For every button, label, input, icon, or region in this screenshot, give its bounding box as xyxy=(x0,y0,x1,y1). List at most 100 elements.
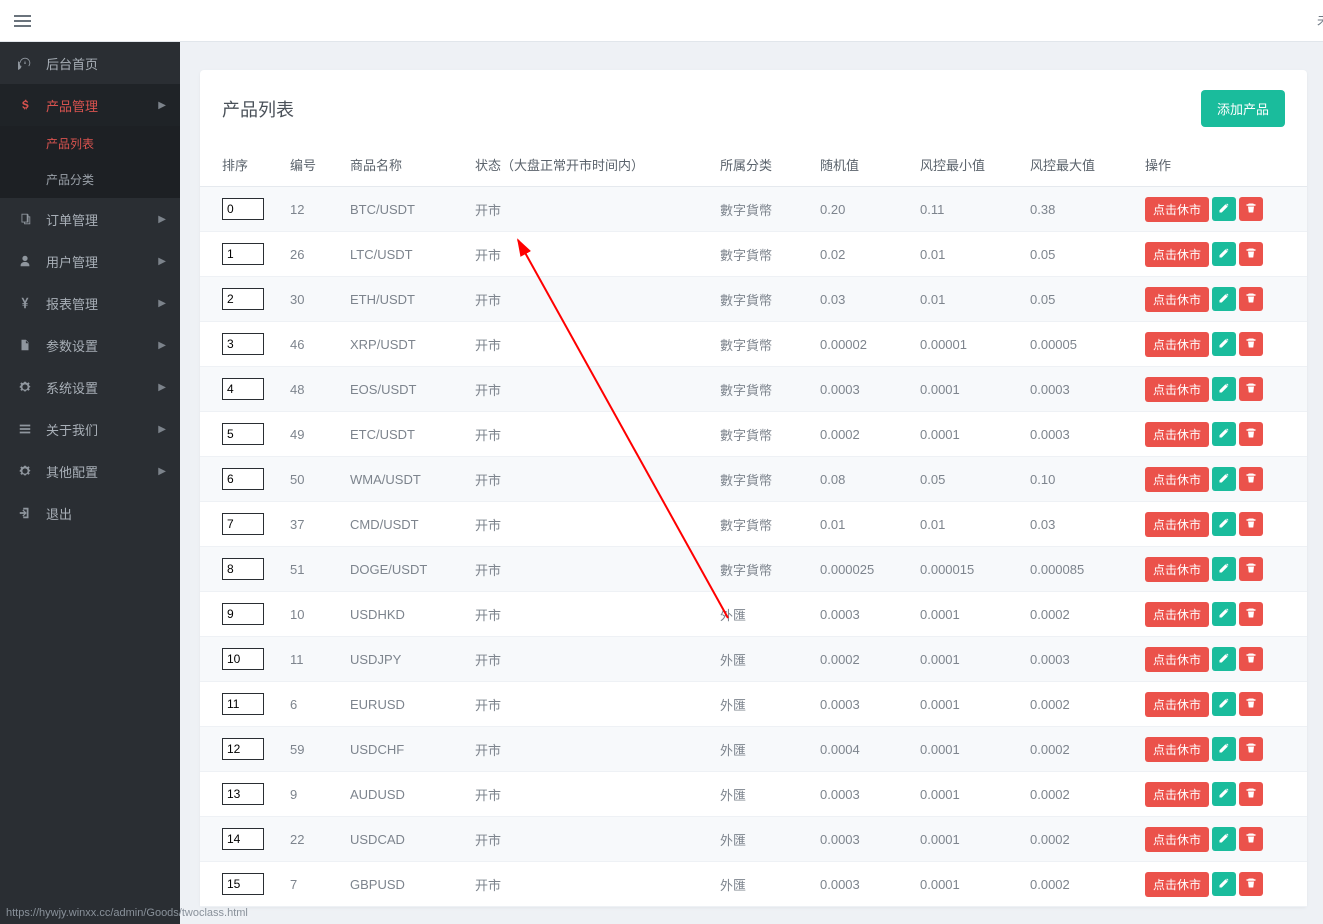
delete-button[interactable] xyxy=(1239,647,1263,671)
sort-input[interactable] xyxy=(222,423,264,445)
topbar: 未登 xyxy=(0,0,1323,42)
pencil-icon xyxy=(1218,427,1230,442)
nav-item-6[interactable]: 系统设置▶ xyxy=(0,366,180,408)
cell-category: 數字貨幣 xyxy=(720,547,820,592)
delete-button[interactable] xyxy=(1239,692,1263,716)
sort-input[interactable] xyxy=(222,783,264,805)
edit-button[interactable] xyxy=(1212,782,1236,806)
sort-input[interactable] xyxy=(222,198,264,220)
sub-nav-item-0[interactable]: 产品列表 xyxy=(0,126,180,162)
delete-button[interactable] xyxy=(1239,287,1263,311)
pencil-icon xyxy=(1218,382,1230,397)
delete-button[interactable] xyxy=(1239,782,1263,806)
cell-min: 0.01 xyxy=(920,232,1030,277)
edit-button[interactable] xyxy=(1212,287,1236,311)
edit-button[interactable] xyxy=(1212,692,1236,716)
sort-input[interactable] xyxy=(222,603,264,625)
edit-button[interactable] xyxy=(1212,602,1236,626)
cell-id: 30 xyxy=(290,277,350,322)
cell-id: 9 xyxy=(290,772,350,817)
delete-button[interactable] xyxy=(1239,872,1263,896)
market-toggle-button[interactable]: 点击休市 xyxy=(1145,692,1209,717)
trash-icon xyxy=(1245,607,1257,622)
edit-button[interactable] xyxy=(1212,332,1236,356)
sort-input[interactable] xyxy=(222,333,264,355)
add-product-button[interactable]: 添加产品 xyxy=(1201,90,1285,127)
sort-input[interactable] xyxy=(222,873,264,895)
sort-input[interactable] xyxy=(222,378,264,400)
market-toggle-button[interactable]: 点击休市 xyxy=(1145,197,1209,222)
product-table: 排序 编号 商品名称 状态（大盘正常开市时间内） 所属分类 随机值 风控最小值 … xyxy=(200,145,1307,907)
nav-item-8[interactable]: 其他配置▶ xyxy=(0,450,180,492)
delete-button[interactable] xyxy=(1239,557,1263,581)
delete-button[interactable] xyxy=(1239,377,1263,401)
delete-button[interactable] xyxy=(1239,242,1263,266)
sort-input[interactable] xyxy=(222,513,264,535)
edit-button[interactable] xyxy=(1212,242,1236,266)
menu-toggle-icon[interactable] xyxy=(14,15,31,27)
edit-button[interactable] xyxy=(1212,557,1236,581)
sort-input[interactable] xyxy=(222,648,264,670)
edit-button[interactable] xyxy=(1212,872,1236,896)
delete-button[interactable] xyxy=(1239,467,1263,491)
market-toggle-button[interactable]: 点击休市 xyxy=(1145,467,1209,492)
delete-button[interactable] xyxy=(1239,512,1263,536)
sort-input[interactable] xyxy=(222,693,264,715)
market-toggle-button[interactable]: 点击休市 xyxy=(1145,287,1209,312)
nav-item-2[interactable]: 订单管理▶ xyxy=(0,198,180,240)
market-toggle-button[interactable]: 点击休市 xyxy=(1145,332,1209,357)
cog-icon xyxy=(18,380,38,394)
cell-name: USDJPY xyxy=(350,637,475,682)
cell-id: 46 xyxy=(290,322,350,367)
sort-input[interactable] xyxy=(222,738,264,760)
market-toggle-button[interactable]: 点击休市 xyxy=(1145,557,1209,582)
delete-button[interactable] xyxy=(1239,197,1263,221)
edit-button[interactable] xyxy=(1212,377,1236,401)
edit-button[interactable] xyxy=(1212,467,1236,491)
sort-input[interactable] xyxy=(222,558,264,580)
sort-input[interactable] xyxy=(222,468,264,490)
delete-button[interactable] xyxy=(1239,737,1263,761)
edit-button[interactable] xyxy=(1212,647,1236,671)
delete-button[interactable] xyxy=(1239,602,1263,626)
table-row: 11USDJPY开市外匯0.00020.00010.0003点击休市 xyxy=(200,637,1307,682)
nav-item-5[interactable]: 参数设置▶ xyxy=(0,324,180,366)
delete-button[interactable] xyxy=(1239,332,1263,356)
market-toggle-button[interactable]: 点击休市 xyxy=(1145,872,1209,897)
nav-item-1[interactable]: 产品管理▶ xyxy=(0,84,180,126)
nav-label: 退出 xyxy=(46,504,72,523)
market-toggle-button[interactable]: 点击休市 xyxy=(1145,647,1209,672)
nav-item-9[interactable]: 退出 xyxy=(0,492,180,534)
cell-name: WMA/USDT xyxy=(350,457,475,502)
nav-item-7[interactable]: 关于我们▶ xyxy=(0,408,180,450)
delete-button[interactable] xyxy=(1239,827,1263,851)
nav-item-3[interactable]: 用户管理▶ xyxy=(0,240,180,282)
nav-item-4[interactable]: 报表管理▶ xyxy=(0,282,180,324)
market-toggle-button[interactable]: 点击休市 xyxy=(1145,782,1209,807)
cell-id: 6 xyxy=(290,682,350,727)
cell-max: 0.0002 xyxy=(1030,592,1145,637)
edit-button[interactable] xyxy=(1212,737,1236,761)
pencil-icon xyxy=(1218,697,1230,712)
sort-input[interactable] xyxy=(222,243,264,265)
market-toggle-button[interactable]: 点击休市 xyxy=(1145,422,1209,447)
nav-item-0[interactable]: 后台首页 xyxy=(0,42,180,84)
delete-button[interactable] xyxy=(1239,422,1263,446)
market-toggle-button[interactable]: 点击休市 xyxy=(1145,602,1209,627)
table-row: 22USDCAD开市外匯0.00030.00010.0002点击休市 xyxy=(200,817,1307,862)
sort-input[interactable] xyxy=(222,288,264,310)
edit-button[interactable] xyxy=(1212,827,1236,851)
market-toggle-button[interactable]: 点击休市 xyxy=(1145,827,1209,852)
edit-button[interactable] xyxy=(1212,512,1236,536)
edit-button[interactable] xyxy=(1212,197,1236,221)
sub-nav-item-1[interactable]: 产品分类 xyxy=(0,162,180,198)
market-toggle-button[interactable]: 点击休市 xyxy=(1145,377,1209,402)
market-toggle-button[interactable]: 点击休市 xyxy=(1145,512,1209,537)
cell-status: 开市 xyxy=(475,367,720,412)
cell-random: 0.20 xyxy=(820,187,920,232)
market-toggle-button[interactable]: 点击休市 xyxy=(1145,737,1209,762)
edit-button[interactable] xyxy=(1212,422,1236,446)
nav-label: 其他配置 xyxy=(46,462,98,481)
market-toggle-button[interactable]: 点击休市 xyxy=(1145,242,1209,267)
sort-input[interactable] xyxy=(222,828,264,850)
